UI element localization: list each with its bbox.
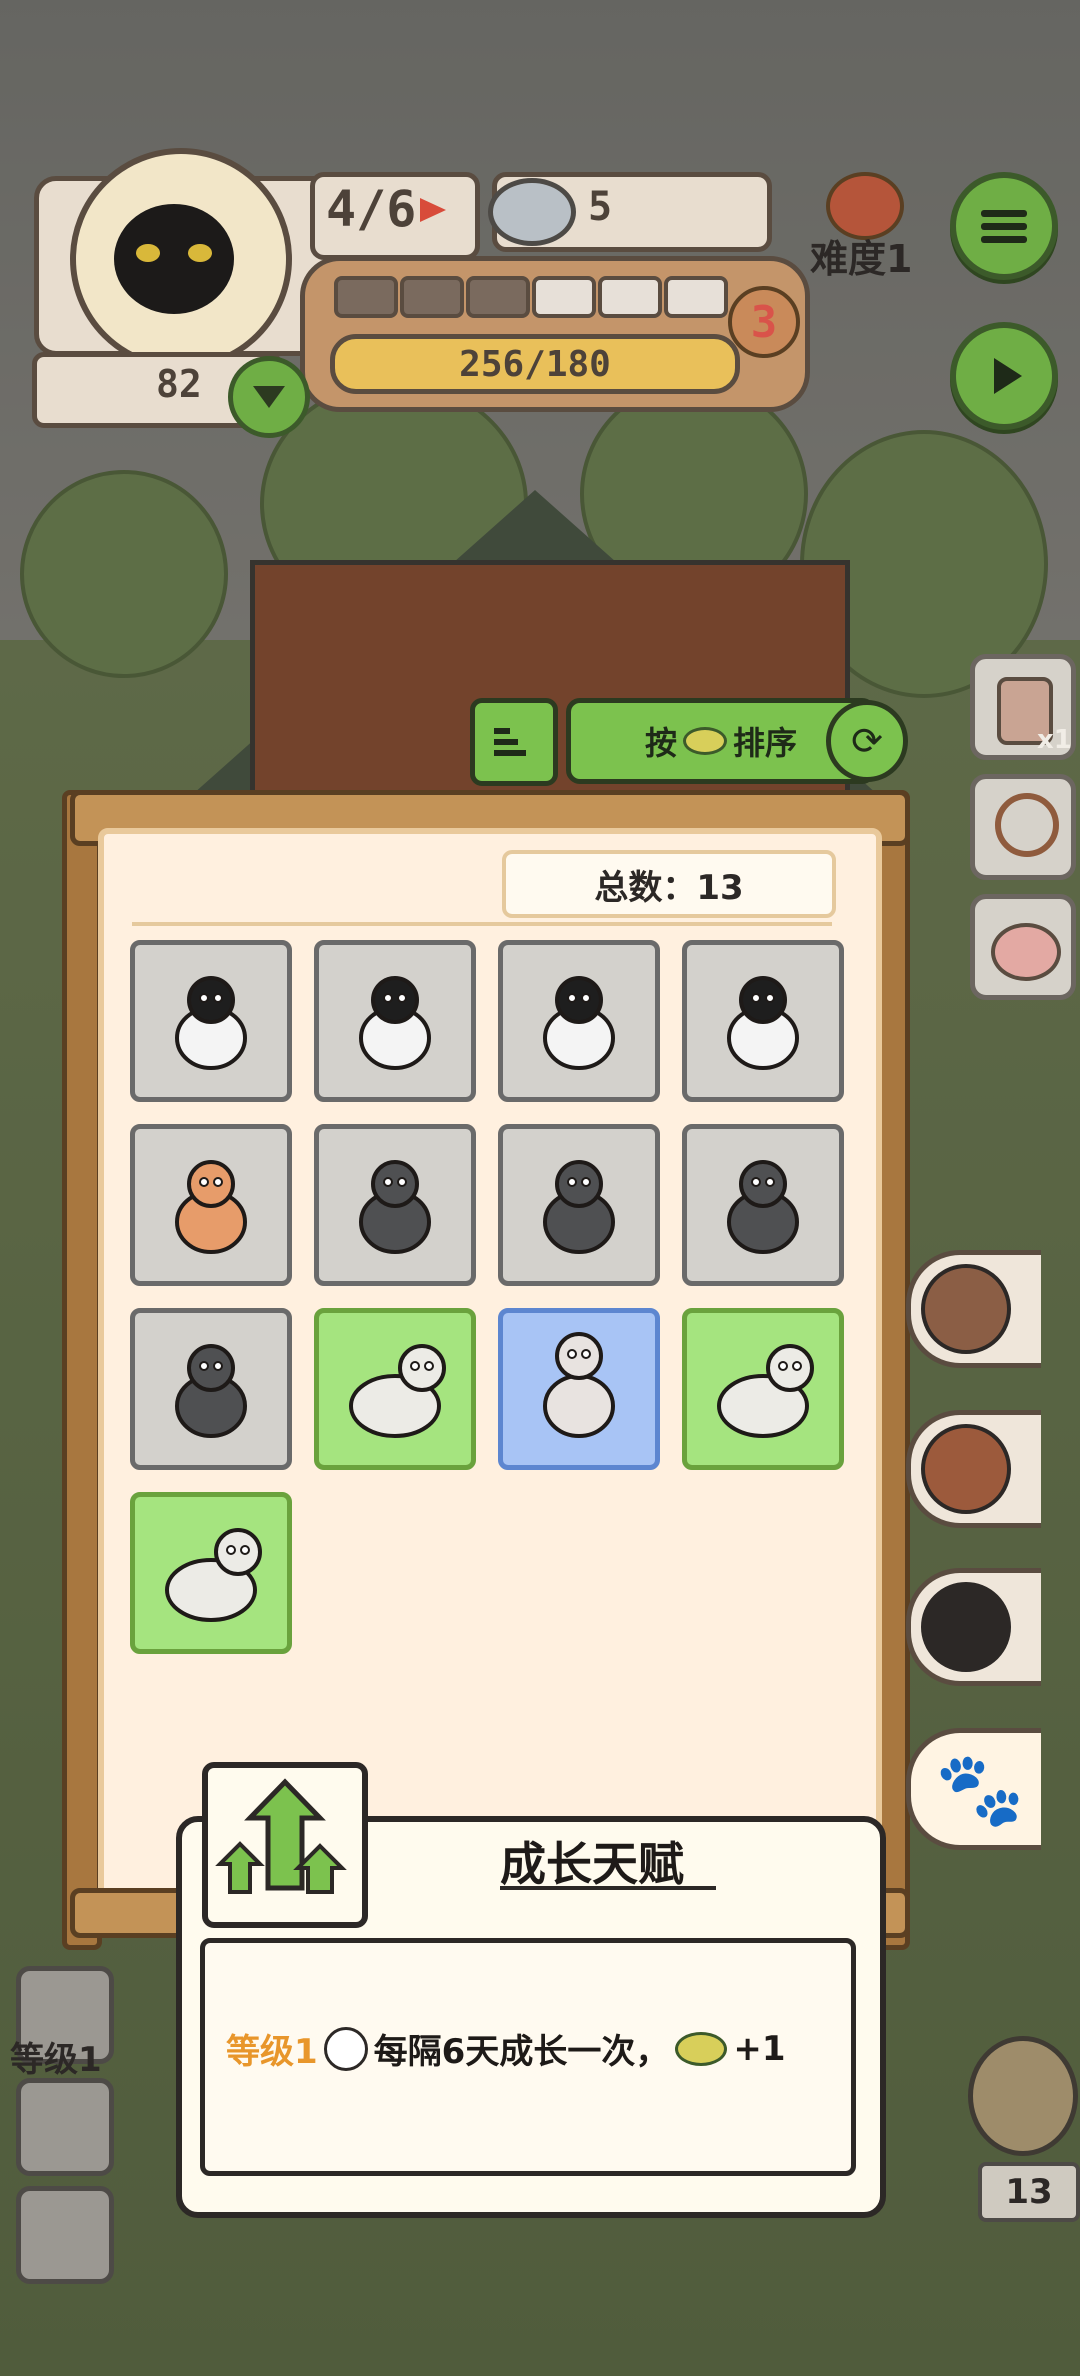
animal-card-goat[interactable] [682, 1308, 844, 1470]
wolf-icon [727, 1160, 799, 1254]
flag-icon [420, 198, 446, 222]
side-tab-beast[interactable] [906, 1250, 1041, 1368]
monster-icon [921, 1582, 1011, 1672]
left-level-label: 等级1 [10, 2040, 102, 2080]
beast-icon [323, 2026, 368, 2071]
play-icon [994, 358, 1022, 394]
animal-card-goat[interactable] [314, 1308, 476, 1470]
wolf-icon [543, 1160, 615, 1254]
talent-level: 等级1 [226, 2032, 318, 2072]
goat-icon [165, 1528, 262, 1622]
talent-title: 成长天赋 [500, 1837, 684, 1891]
wave-progress-cell [532, 276, 596, 318]
wave-progress-cell [664, 276, 728, 318]
goat-icon [349, 1344, 446, 1438]
bottle-item-slot[interactable]: x1 [970, 654, 1076, 760]
wave-counter: 4/6 [326, 180, 417, 238]
animal-card-wolf[interactable] [130, 1308, 292, 1470]
animal-card-wolf[interactable] [498, 1124, 660, 1286]
side-tab-paw[interactable]: 🐾 [906, 1728, 1041, 1850]
menu-list-icon [981, 204, 1027, 249]
talent-icon-box [202, 1762, 368, 1928]
goat-icon [717, 1344, 814, 1438]
rope-item-slot[interactable] [970, 774, 1076, 880]
wave-progress-cell [334, 276, 398, 318]
animal-card-border-collie[interactable] [682, 940, 844, 1102]
heart-shield-icon[interactable] [228, 356, 310, 438]
animal-card-wolf[interactable] [682, 1124, 844, 1286]
exp-bar: 256/180 [330, 334, 740, 394]
exp-text: 256/180 [459, 343, 611, 385]
animal-card-alpaca[interactable] [498, 1308, 660, 1470]
wave-progress-cell [598, 276, 662, 318]
animal-card-wolf[interactable] [314, 1124, 476, 1286]
wave-progress-cell [466, 276, 530, 318]
animal-card-border-collie[interactable] [130, 940, 292, 1102]
black-cat-icon [114, 204, 234, 314]
paw-icon: 🐾 [935, 1746, 1025, 1831]
item-count-badge: x1 [1037, 725, 1072, 755]
talent-bonus: +1 [733, 2028, 786, 2069]
sort-label-suffix: 排序 [733, 724, 798, 762]
menu-button[interactable] [950, 172, 1058, 280]
border-collie-icon [543, 976, 615, 1070]
food-bowl-icon [488, 178, 576, 246]
growth-arrows-icon [215, 1778, 347, 1894]
wolf-icon [175, 1344, 247, 1438]
wolf-icon [359, 1160, 431, 1254]
food-count: 5 [588, 184, 613, 230]
rope-icon [995, 793, 1059, 857]
talent-desc-text: 每隔6天成长一次， [373, 2032, 670, 2072]
title-underline [500, 1886, 716, 1890]
piggy-bank-slot[interactable] [970, 894, 1076, 1000]
bird-icon [921, 1424, 1011, 1514]
wave-progress-cell [400, 276, 464, 318]
animal-card-border-collie[interactable] [498, 940, 660, 1102]
cat-avatar[interactable] [70, 148, 292, 370]
border-collie-icon [359, 976, 431, 1070]
refresh-icon[interactable]: ⟳ [826, 700, 908, 782]
hp-value: 82 [156, 362, 202, 406]
side-tab-monster[interactable] [906, 1568, 1041, 1686]
sort-order-button[interactable] [470, 698, 558, 786]
left-post [62, 790, 102, 1950]
fox-icon [175, 1160, 247, 1254]
owl-icon[interactable] [968, 2036, 1078, 2156]
left-slot-monster[interactable] [16, 2186, 114, 2284]
alpaca-icon [543, 1332, 615, 1438]
total-count: 总数：13 [502, 850, 836, 918]
level-number: 3 [750, 296, 778, 348]
level-badge: 3 [728, 286, 800, 358]
food-icon [683, 727, 727, 755]
left-slot-bird[interactable] [16, 2078, 114, 2176]
border-collie-icon [727, 976, 799, 1070]
divider [132, 922, 832, 926]
food-icon [675, 2031, 728, 2066]
animal-card-goat[interactable] [130, 1492, 292, 1654]
animal-card-border-collie[interactable] [314, 940, 476, 1102]
piggy-bank-icon [991, 923, 1061, 981]
sort-label-prefix: 按 [644, 724, 677, 762]
play-button[interactable] [950, 322, 1058, 430]
sort-bars-icon [494, 723, 534, 761]
side-tab-bird[interactable] [906, 1410, 1041, 1528]
owl-count: 13 [978, 2162, 1080, 2222]
border-collie-icon [175, 976, 247, 1070]
difficulty-label: 难度1 [810, 237, 913, 281]
animal-card-fox[interactable] [130, 1124, 292, 1286]
beast-silhouette-icon [921, 1264, 1011, 1354]
talent-description: 等级1 每隔6天成长一次， +1 [226, 2024, 786, 2073]
